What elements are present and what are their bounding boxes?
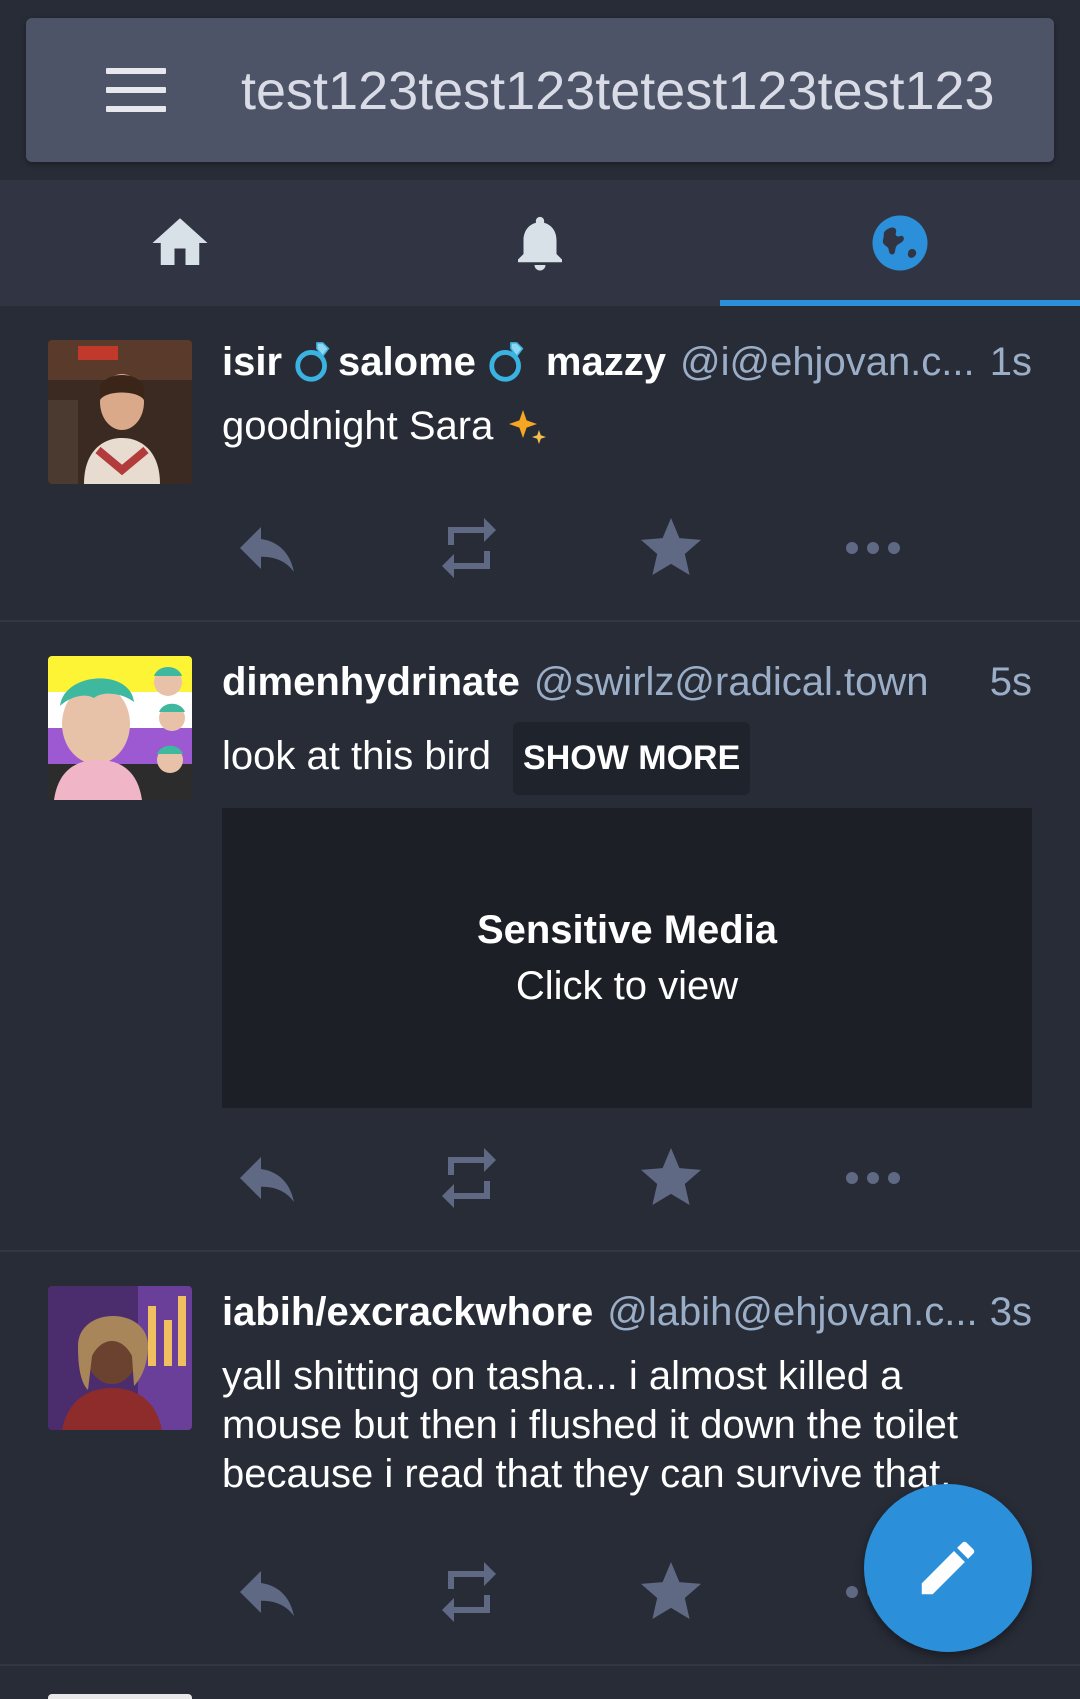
star-icon [641, 1562, 701, 1619]
favourite-button[interactable] [626, 508, 716, 588]
account-handle[interactable]: @i@ehjovan.c... [680, 340, 982, 385]
account-handle[interactable]: @labih@ehjovan.c... [607, 1290, 981, 1335]
retweet-icon [442, 1148, 496, 1208]
tab-notifications[interactable] [360, 180, 720, 306]
star-icon [641, 518, 701, 575]
status-actions [222, 1138, 942, 1218]
status-actions [222, 1552, 942, 1632]
reply-button[interactable] [222, 508, 312, 588]
reply-button[interactable] [222, 1552, 312, 1632]
more-button[interactable] [828, 1138, 918, 1218]
display-name-part[interactable]: salome [338, 340, 476, 385]
more-icon [846, 542, 900, 554]
avatar[interactable] [48, 656, 192, 800]
timestamp[interactable]: 1s [990, 340, 1032, 385]
status-header: iabih/excrackwhore @labih@ehjovan.c... 3… [222, 1282, 1032, 1342]
globe-icon [872, 215, 928, 271]
more-icon [846, 1172, 900, 1184]
home-icon [152, 218, 208, 265]
pencil-icon [921, 1541, 975, 1595]
display-name[interactable]: iabih/excrackwhore [222, 1290, 593, 1335]
ring-icon [489, 342, 524, 382]
boost-button[interactable] [424, 1138, 514, 1218]
display-name[interactable]: dimenhydrinate [222, 660, 520, 705]
boost-button[interactable] [424, 1552, 514, 1632]
status-header: isir salome mazzy @i@ehjovan.c... 1s [222, 332, 1032, 392]
favourite-button[interactable] [626, 1138, 716, 1218]
timestamp[interactable]: 5s [990, 660, 1032, 705]
display-name[interactable]: isir [222, 340, 282, 385]
sparkles-icon [509, 410, 547, 445]
sensitive-media-subtitle: Click to view [515, 964, 739, 1008]
reply-icon [240, 1157, 294, 1202]
timestamp[interactable]: 3s [990, 1290, 1032, 1335]
status-header: dimenhydrinate @swirlz@radical.town 5s [222, 652, 1032, 712]
tab-home[interactable] [0, 180, 360, 306]
show-more-button[interactable]: SHOW MORE [513, 722, 751, 795]
status-content: yall shitting on tasha... i almost kille… [222, 1354, 959, 1496]
status-content: goodnight Sara [222, 402, 1032, 452]
search-input[interactable]: test123test123tetest123test123 [241, 56, 1031, 126]
sensitive-media-placeholder[interactable]: Sensitive Media Click to view [222, 808, 1032, 1108]
tab-bar [0, 180, 1080, 306]
favourite-button[interactable] [626, 1552, 716, 1632]
account-handle[interactable]: @swirlz@radical.town [534, 660, 982, 705]
avatar[interactable] [48, 1286, 192, 1430]
display-name-part[interactable]: mazzy [546, 340, 666, 385]
status-content: look at this bird SHOW MORE [222, 722, 1032, 795]
avatar[interactable] [48, 340, 192, 484]
avatar[interactable] [48, 1694, 192, 1699]
compose-button[interactable] [864, 1484, 1032, 1652]
status-text: goodnight Sara [222, 404, 494, 448]
retweet-icon [442, 1562, 496, 1622]
sensitive-media-title: Sensitive Media [476, 908, 778, 952]
reply-icon [240, 527, 294, 572]
boost-button[interactable] [424, 508, 514, 588]
tab-federated[interactable] [720, 180, 1080, 306]
status-item[interactable] [0, 1666, 1080, 1699]
more-button[interactable] [828, 508, 918, 588]
spoiler-text: look at this bird [222, 734, 492, 779]
status-item[interactable]: isir salome mazzy @i@ehjovan.c... 1s goo… [0, 306, 1080, 622]
status-actions [222, 508, 942, 588]
search-bar[interactable]: test123test123tetest123test123 [26, 18, 1054, 162]
star-icon [641, 1148, 701, 1205]
menu-icon[interactable] [106, 68, 166, 112]
ring-icon [295, 342, 330, 382]
status-item[interactable]: dimenhydrinate @swirlz@radical.town 5s l… [0, 622, 1080, 1252]
bell-icon [518, 216, 562, 271]
reply-button[interactable] [222, 1138, 312, 1218]
reply-icon [240, 1571, 294, 1616]
retweet-icon [442, 518, 496, 578]
